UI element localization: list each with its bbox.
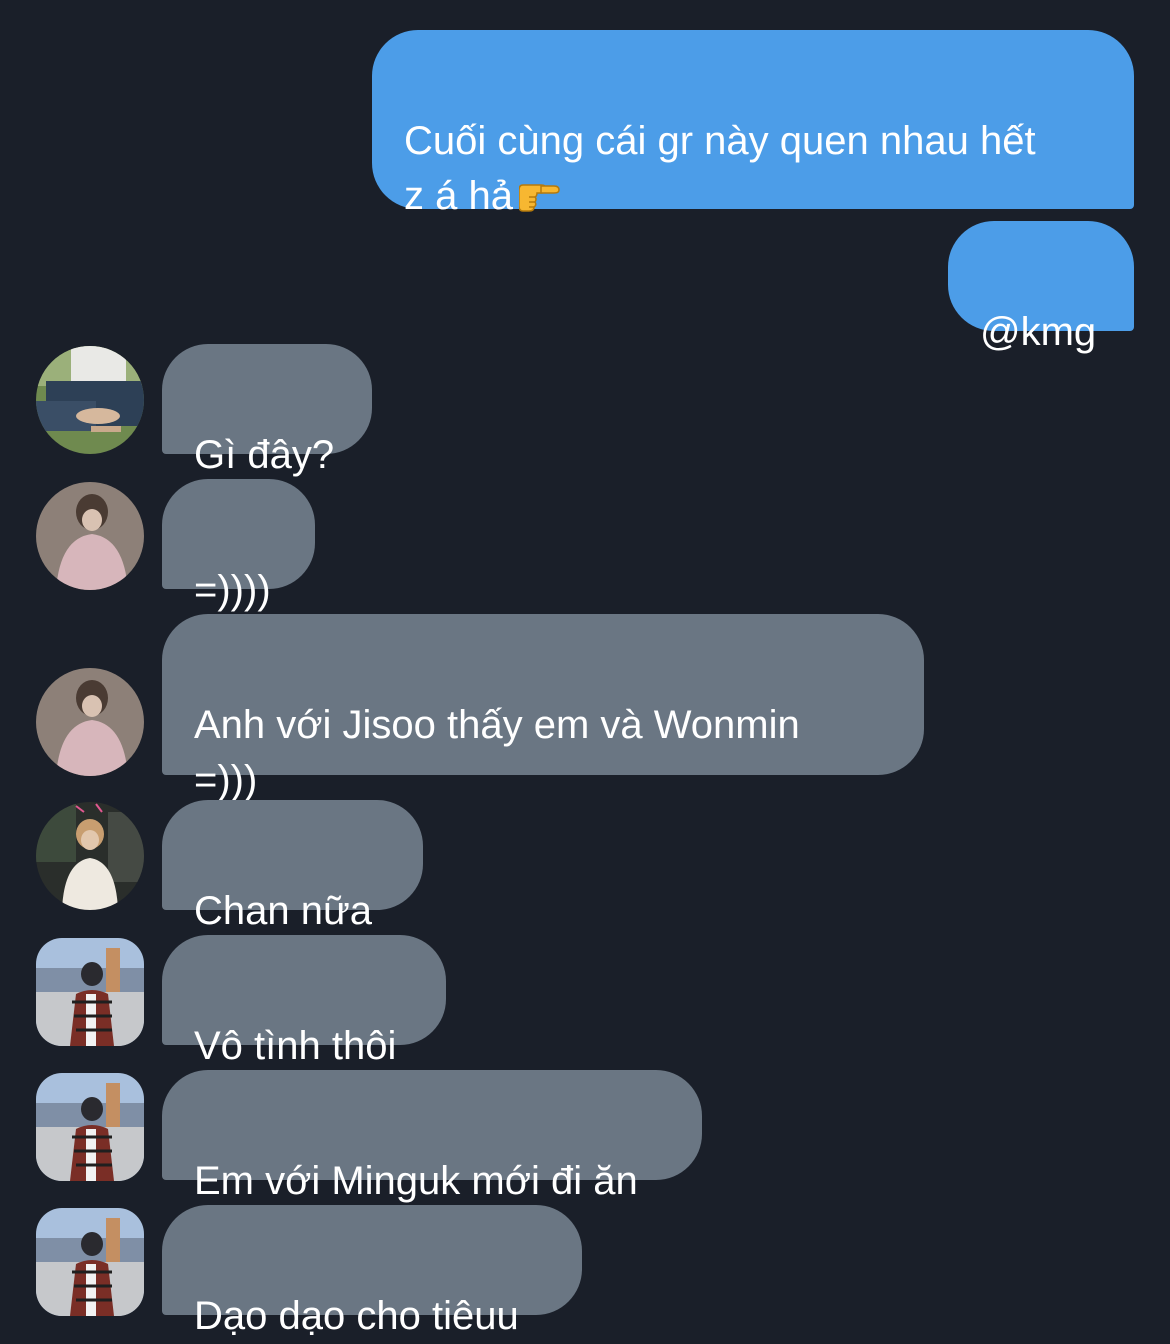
message-text: Vô tình thôi (194, 1024, 397, 1068)
message-text: Cuối cùng cái gr này quen nhau hết z á h… (404, 119, 1036, 218)
avatar-man-plaid-shirt[interactable] (36, 1073, 144, 1181)
message-text: Gì đây? (194, 433, 335, 477)
message-bubble-received[interactable]: Gì đây? (162, 344, 372, 477)
message-text: Anh với Jisoo thấy em và Wonmin =))) (194, 703, 800, 802)
avatar-man-sitting[interactable] (36, 346, 144, 454)
message-bubble-received[interactable]: Dạo dạo cho tiêuu (162, 1205, 582, 1338)
message-text: Chan nữa (194, 889, 373, 933)
message-text: Em với Minguk mới đi ăn (194, 1159, 638, 1203)
avatar-man-white-jacket[interactable] (36, 802, 144, 910)
message-bubble-received[interactable]: Chan nữa (162, 800, 423, 933)
message-bubble-sent[interactable]: Cuối cùng cái gr này quen nhau hết z á h… (372, 30, 1134, 218)
message-text: @kmg (980, 310, 1097, 354)
avatar-woman-pink-sweater[interactable] (36, 668, 144, 776)
avatar-man-plaid-shirt[interactable] (36, 1208, 144, 1316)
avatar-woman-pink-sweater[interactable] (36, 482, 144, 590)
message-bubble-received[interactable]: Anh với Jisoo thấy em và Wonmin =))) (162, 614, 924, 802)
avatar-man-plaid-shirt[interactable] (36, 938, 144, 1046)
message-bubble-received[interactable]: =)))) (162, 479, 315, 612)
message-bubble-received[interactable]: Vô tình thôi (162, 935, 446, 1068)
message-text: Dạo dạo cho tiêuu (194, 1294, 519, 1338)
message-text: =)))) (194, 568, 271, 612)
message-bubble-received[interactable]: Em với Minguk mới đi ăn (162, 1070, 702, 1203)
message-bubble-sent[interactable]: @kmg (948, 221, 1134, 354)
backhand-index-pointing-right-icon (518, 184, 560, 212)
